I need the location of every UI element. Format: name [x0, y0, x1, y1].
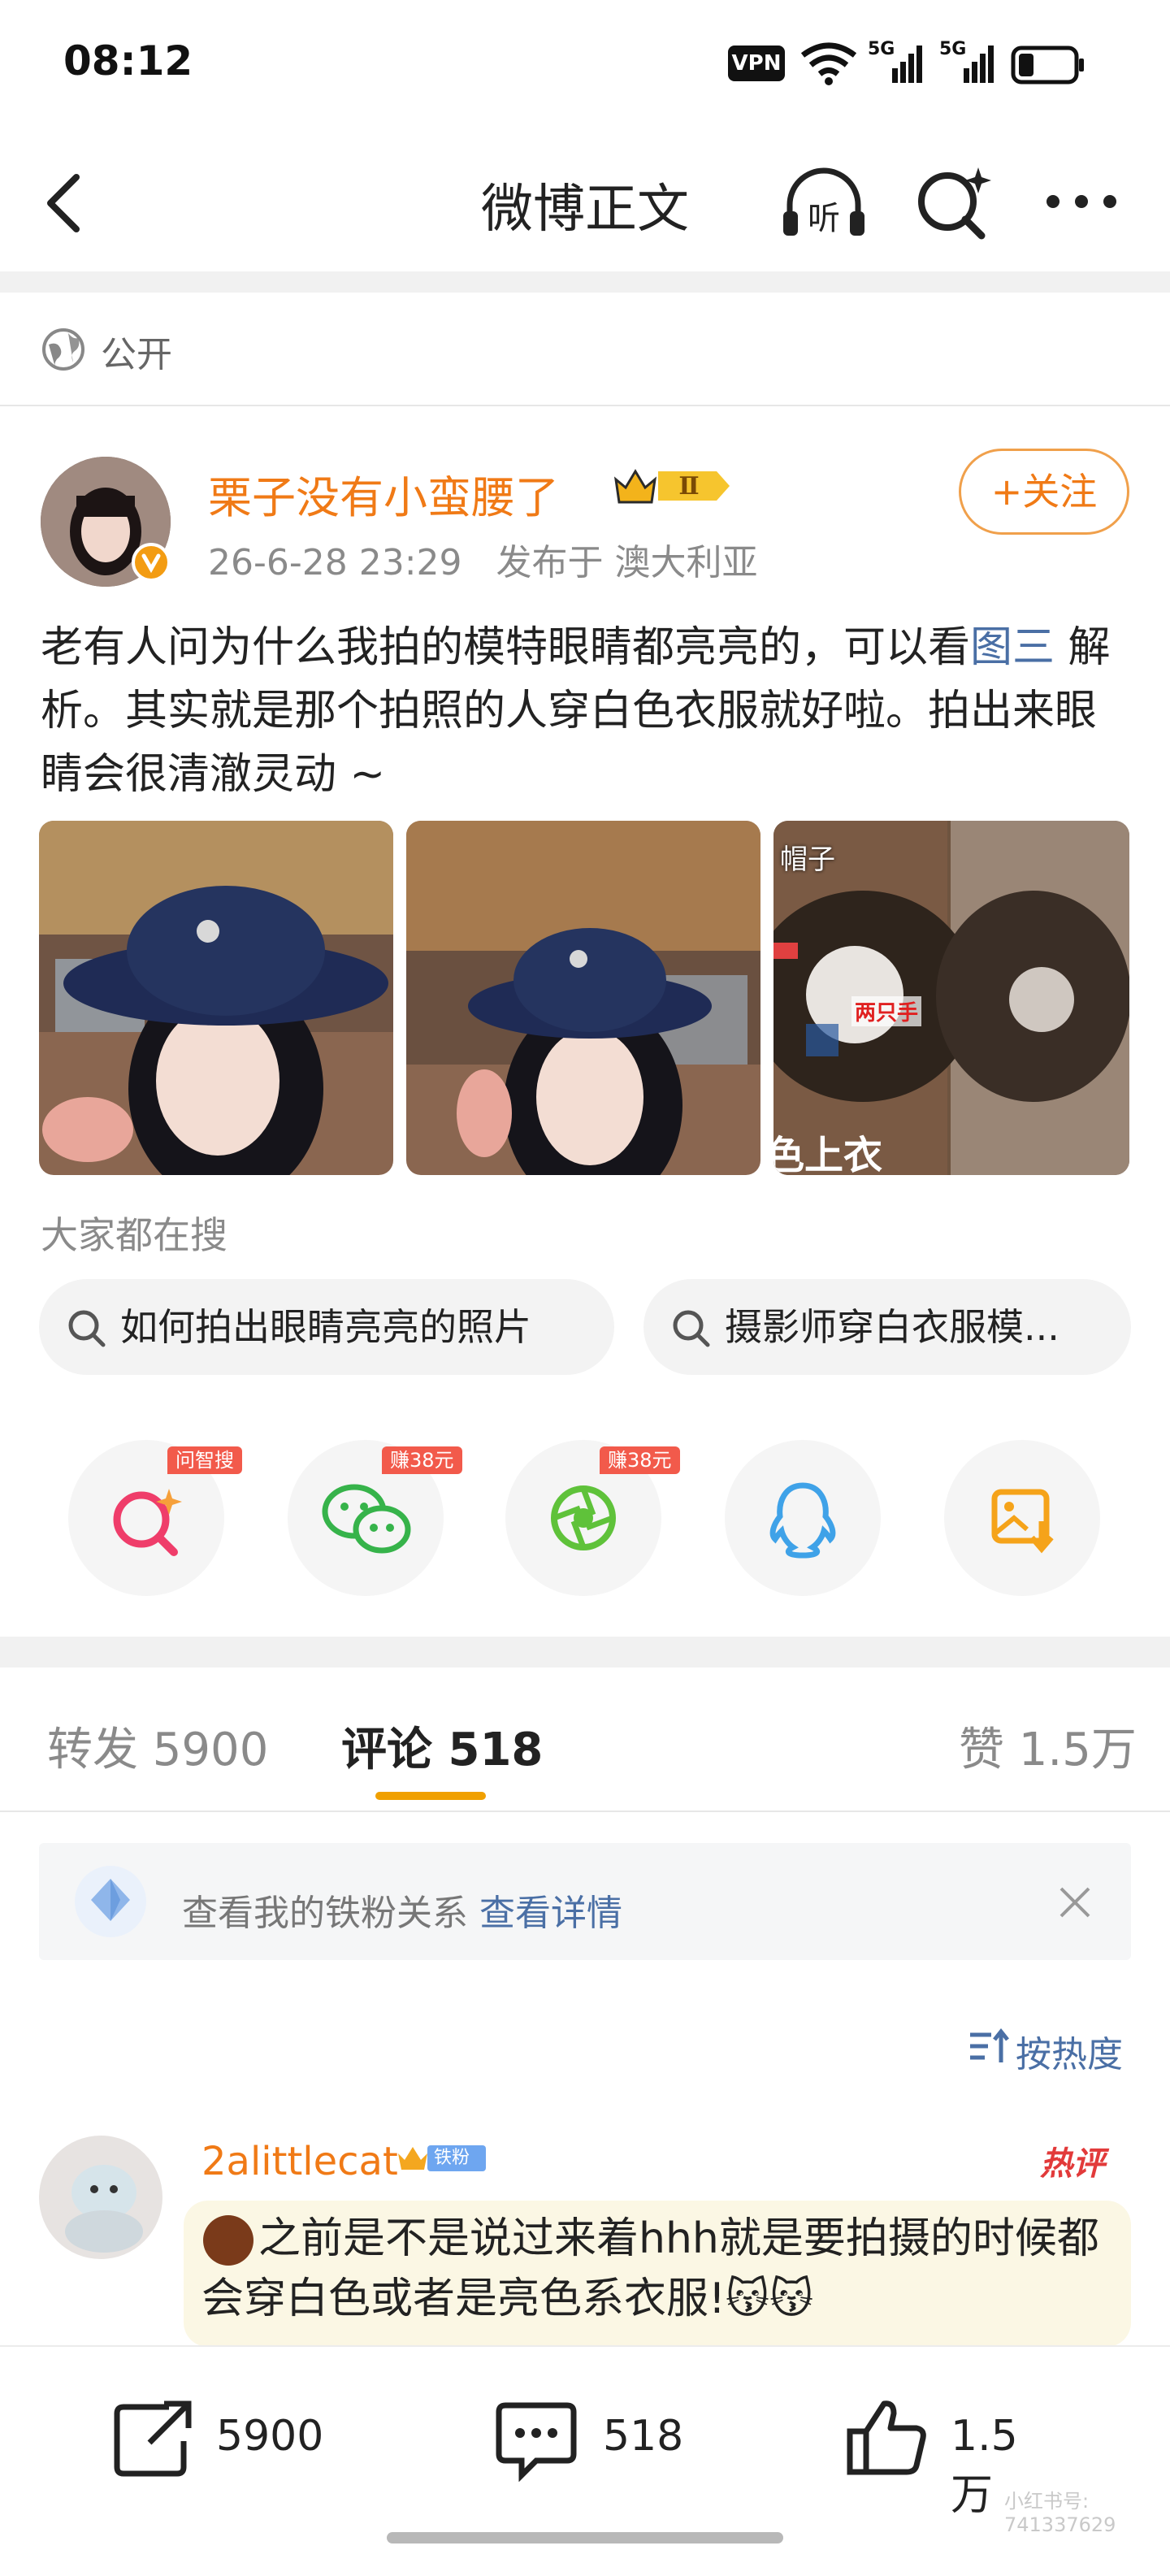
share-tag-wechat: 赚38元	[382, 1446, 462, 1474]
more-icon[interactable]	[1045, 192, 1118, 211]
hot-comment-badge: 热评	[1040, 2145, 1105, 2183]
ai-search-icon[interactable]	[913, 161, 993, 241]
wifi-icon	[800, 42, 857, 85]
image-three-link[interactable]: 图三	[970, 623, 1055, 672]
like-icon	[847, 2400, 926, 2475]
sort-icon	[970, 2027, 1009, 2062]
commenter-name[interactable]: 2alittlecat	[202, 2139, 398, 2184]
svg-text:听: 听	[808, 200, 840, 237]
comment-button[interactable]: 518	[494, 2392, 689, 2482]
vpn-badge: VPN	[728, 46, 785, 81]
post-text: 老有人问为什么我拍的模特眼睛都亮亮的，可以看图三 解析。其实就是那个拍照的人穿白…	[41, 623, 1111, 799]
fan-relation-text: 查看我的铁粉关系 查看详情	[182, 1893, 622, 1934]
diamond-icon	[75, 1866, 146, 1937]
search-section-label: 大家都在搜	[41, 1213, 228, 1257]
globe-icon	[42, 328, 84, 371]
fan-level-badge: 铁粉3	[395, 2142, 486, 2194]
post-timestamp: 26-6-28 23:29	[208, 542, 462, 583]
share-qq-button[interactable]	[725, 1440, 881, 1596]
page-title: 微博正文	[481, 180, 689, 240]
divider	[0, 405, 1170, 406]
post-image-3[interactable]: 帽子 两只手 色上衣	[774, 821, 1129, 1175]
image3-label-bottom: 色上衣	[774, 1133, 883, 1175]
share-tag-ai-search: 问智搜	[167, 1446, 242, 1474]
comment-count: 518	[603, 2412, 684, 2461]
image3-label-top: 帽子	[780, 843, 835, 876]
repost-icon	[114, 2400, 192, 2477]
tab-repost[interactable]: 转发 5900	[47, 1713, 268, 1779]
status-time: 08:12	[63, 37, 193, 85]
search-icon	[68, 1310, 106, 1347]
sort-button[interactable]: 按热度	[1016, 2025, 1123, 2077]
signal-icon-2	[964, 46, 994, 83]
crown-icon	[398, 2147, 427, 2170]
search-icon	[673, 1310, 710, 1347]
post-image-1[interactable]	[39, 821, 393, 1175]
share-save-image-button[interactable]	[944, 1440, 1100, 1596]
comment-text: 之前是不是说过来着hhh就是要拍摄的时候都会穿白色或者是亮色系衣服!😽😽	[202, 2214, 1099, 2323]
repost-button[interactable]: 5900	[112, 2392, 323, 2482]
follow-button[interactable]: +关注	[959, 449, 1129, 535]
repost-count: 5900	[216, 2412, 324, 2461]
divider	[0, 1811, 1170, 1812]
post-image-2[interactable]	[406, 821, 760, 1175]
visibility-label: 公开	[101, 334, 172, 375]
status-bar: 08:12 VPN 5G 5G	[0, 0, 1170, 130]
qq-icon	[769, 1482, 836, 1559]
post-location: 发布于 澳大利亚	[496, 542, 758, 583]
commenter-avatar[interactable]	[39, 2136, 162, 2259]
tab-like[interactable]: 赞 1.5万	[959, 1713, 1137, 1779]
battery-icon	[1011, 46, 1084, 85]
crown-level-icon: Ⅱ	[613, 469, 730, 504]
image3-label-middle: 两只手	[852, 996, 922, 1026]
watermark: 小红书号: 741337629	[1004, 2490, 1116, 2536]
home-indicator[interactable]	[387, 2532, 783, 2543]
comment-icon	[496, 2402, 577, 2482]
listen-icon[interactable]: 听	[778, 163, 869, 244]
verified-badge	[132, 543, 171, 582]
post-author-name[interactable]: 栗子没有小蛮腰了	[208, 462, 559, 526]
close-icon[interactable]	[1056, 1884, 1094, 1921]
save-image-icon	[991, 1489, 1054, 1554]
svg-text:Ⅱ: Ⅱ	[678, 472, 699, 501]
search-chip[interactable]: 摄影师穿白衣服模...	[644, 1279, 1131, 1375]
section-divider	[0, 1637, 1170, 1667]
post-meta: 26-6-28 23:29 发布于 澳大利亚	[208, 533, 757, 585]
share-tag-moments: 赚38元	[600, 1446, 680, 1474]
like-button[interactable]: 1.5万	[845, 2392, 1056, 2520]
view-details-link[interactable]: 查看详情	[479, 1893, 622, 1934]
signal-icon	[892, 46, 922, 83]
search-chip[interactable]: 如何拍出眼睛亮亮的照片	[39, 1279, 614, 1375]
section-divider	[0, 271, 1170, 293]
active-tab-indicator	[375, 1792, 486, 1800]
tab-comment[interactable]: 评论 518	[341, 1713, 543, 1779]
